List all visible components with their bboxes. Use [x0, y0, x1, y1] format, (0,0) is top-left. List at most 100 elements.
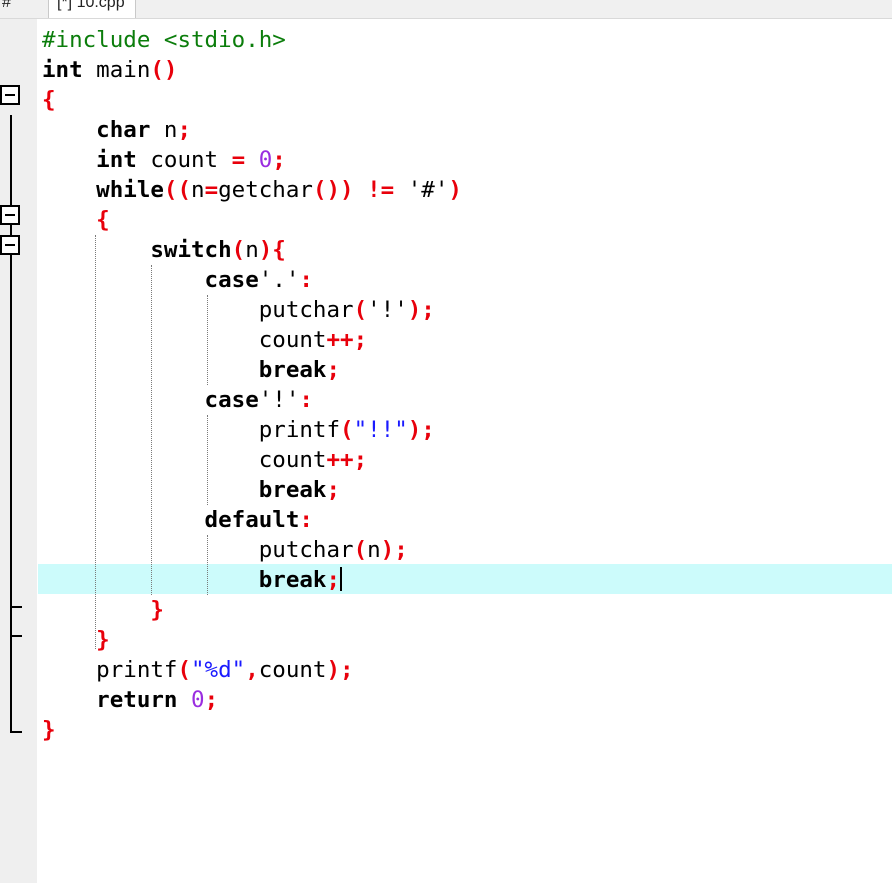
tab-file-label: [*] 10.cpp [57, 0, 125, 11]
code-token: switch [42, 237, 232, 263]
code-editor[interactable]: #include <stdio.h> int main(){ char n; in… [38, 25, 892, 883]
code-token: } [42, 717, 56, 743]
code-token: ); [326, 657, 354, 683]
code-token: ; [326, 567, 341, 593]
tab-partial-left[interactable]: # [2, 0, 11, 12]
code-token: ++; [326, 447, 368, 473]
code-token: return [42, 687, 178, 713]
tab-file[interactable]: [*] 10.cpp [48, 0, 136, 18]
code-line[interactable]: count++; [42, 445, 462, 475]
code-token: ( [177, 657, 192, 683]
code-token: ; [326, 357, 341, 383]
code-line[interactable]: break; [42, 565, 462, 595]
code-token: : [299, 387, 313, 413]
code-line[interactable]: { [42, 85, 462, 115]
code-token: (( [163, 177, 192, 203]
code-token: int [42, 57, 83, 83]
code-token: } [42, 597, 164, 623]
code-token: "%d" [191, 657, 246, 683]
code-token: : [299, 267, 313, 293]
code-line[interactable]: switch(n){ [42, 235, 462, 265]
code-line[interactable]: default: [42, 505, 462, 535]
code-token: } [42, 627, 110, 653]
code-token: ; [326, 477, 341, 503]
code-line[interactable]: int count = 0; [42, 145, 462, 175]
code-line[interactable]: putchar(n); [42, 535, 462, 565]
code-token: ){ [258, 237, 286, 263]
fold-toggle-while[interactable] [0, 205, 20, 225]
code-token: ( [353, 297, 368, 323]
code-token: ); [380, 537, 408, 563]
code-lines: #include <stdio.h> int main(){ char n; in… [42, 25, 462, 745]
fold-toggle-switch[interactable] [0, 235, 20, 255]
code-line[interactable]: case'.': [42, 265, 462, 295]
code-token: #include <stdio.h> [42, 27, 286, 53]
code-token: char [42, 117, 151, 143]
text-caret [340, 567, 343, 591]
tab-partial-left-label: # [2, 0, 11, 11]
code-token: 0 [258, 147, 273, 173]
code-line[interactable]: } [42, 625, 462, 655]
code-token: '.' [258, 267, 300, 293]
code-token: != [367, 177, 395, 203]
fold-end-switch [10, 606, 22, 608]
editor-tab-bar: # [*] 10.cpp [0, 0, 892, 19]
code-token: , [245, 657, 259, 683]
code-line[interactable]: putchar('!'); [42, 295, 462, 325]
code-line[interactable]: count++; [42, 325, 462, 355]
editor-gutter [0, 19, 37, 883]
code-token: ) [448, 177, 462, 203]
code-token: break [42, 477, 327, 503]
code-token: n [150, 117, 178, 143]
code-line[interactable]: break; [42, 475, 462, 505]
fold-toggle-main[interactable] [0, 85, 20, 105]
fold-end-main [10, 731, 22, 733]
code-token: ; [177, 117, 192, 143]
code-token: ; [204, 687, 219, 713]
code-token: count [136, 147, 232, 173]
code-line[interactable]: printf("!!"); [42, 415, 462, 445]
code-token: count [42, 327, 327, 353]
code-token: int [42, 147, 137, 173]
code-token: '#' [394, 177, 449, 203]
code-token: printf [42, 657, 178, 683]
code-line[interactable]: while((n=getchar()) != '#') [42, 175, 462, 205]
code-token: ; [272, 147, 286, 173]
code-token: putchar [42, 537, 354, 563]
code-line[interactable]: #include <stdio.h> [42, 25, 462, 55]
code-token: = [231, 147, 246, 173]
code-token: ); [407, 297, 435, 323]
code-token: : [299, 507, 313, 533]
code-line[interactable]: case'!': [42, 385, 462, 415]
code-token: 0 [191, 687, 205, 713]
code-line[interactable]: int main() [42, 55, 462, 85]
code-token: putchar [42, 297, 354, 323]
code-token: main [82, 57, 151, 83]
code-token: '!' [367, 297, 408, 323]
code-token: () [150, 57, 178, 83]
code-token: ); [407, 417, 435, 443]
code-token: { [42, 87, 56, 113]
code-token: n [191, 177, 205, 203]
code-line[interactable]: printf("%d",count); [42, 655, 462, 685]
code-token: ( [353, 537, 368, 563]
code-line[interactable]: char n; [42, 115, 462, 145]
code-token: printf [42, 417, 341, 443]
code-token: case [42, 387, 259, 413]
code-line[interactable]: { [42, 205, 462, 235]
fold-end-while [10, 635, 22, 637]
code-line[interactable]: } [42, 595, 462, 625]
code-token: '!' [258, 387, 300, 413]
code-token: while [42, 177, 164, 203]
code-token: getchar [218, 177, 313, 203]
code-token: break [42, 567, 327, 593]
code-line[interactable]: return 0; [42, 685, 462, 715]
code-line[interactable]: break; [42, 355, 462, 385]
code-token: ++; [326, 327, 368, 353]
code-token: = [204, 177, 219, 203]
code-token: n [367, 537, 381, 563]
code-token: ( [231, 237, 246, 263]
code-line[interactable]: } [42, 715, 462, 745]
code-token: "!!" [353, 417, 408, 443]
